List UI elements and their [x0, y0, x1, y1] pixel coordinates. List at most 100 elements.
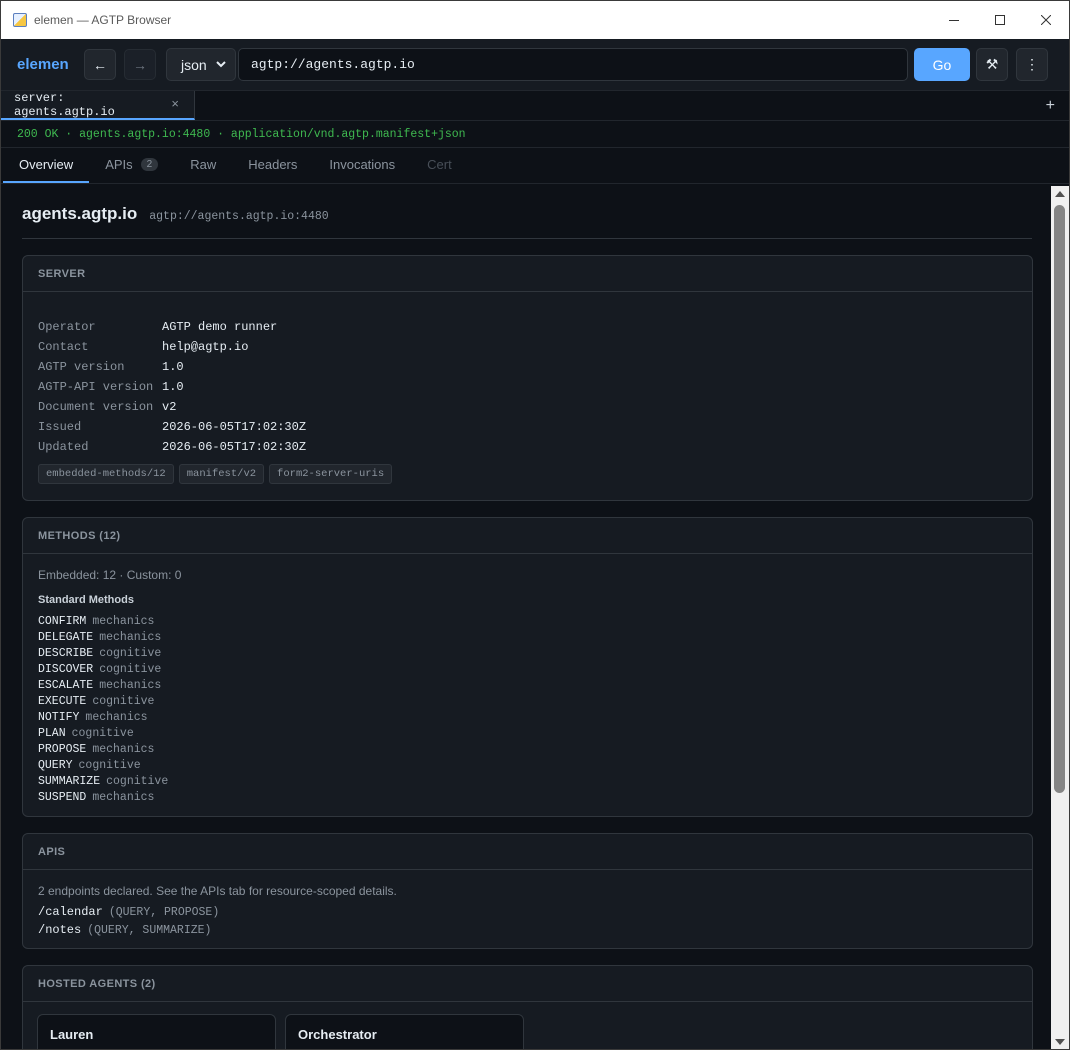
- method-category: mechanics: [99, 630, 162, 644]
- capability-tag: embedded-methods/12: [38, 464, 174, 484]
- tools-button[interactable]: ⚒: [976, 48, 1008, 81]
- method-row: DESCRIBE cognitive: [38, 645, 168, 661]
- method-row: PROPOSE mechanics: [38, 741, 168, 757]
- detail-row: Updated 2026-06-05T17:02:30Z: [38, 437, 306, 457]
- minimize-icon: [949, 20, 959, 21]
- view-tabs: Overview APIs 2 Raw Headers Invocations …: [1, 148, 1069, 184]
- window-title: elemen — AGTP Browser: [34, 13, 172, 27]
- tab-invocations-label: Invocations: [329, 157, 396, 172]
- format-select[interactable]: json: [166, 48, 236, 81]
- api-path[interactable]: /calendar: [38, 905, 103, 919]
- arrow-left-icon: ←: [93, 56, 107, 73]
- method-category: mechanics: [85, 710, 148, 724]
- tab-close-icon[interactable]: ×: [171, 97, 179, 112]
- tab-strip: server: agents.agtp.io × +: [1, 91, 1069, 121]
- method-row: EXECUTE cognitive: [38, 693, 168, 709]
- scroll-down-icon[interactable]: [1055, 1039, 1065, 1045]
- agents-heading: HOSTED AGENTS (2): [23, 966, 1032, 1002]
- api-path[interactable]: /notes: [38, 923, 81, 937]
- host-uri: agtp://agents.agtp.io:4480: [149, 210, 329, 223]
- method-name: CONFIRM: [38, 614, 87, 628]
- close-button[interactable]: [1023, 1, 1069, 39]
- capability-tag: manifest/v2: [178, 464, 265, 484]
- apis-card: APIS 2 endpoints declared. See the APIs …: [22, 833, 1033, 949]
- detail-value: 1.0: [162, 360, 184, 374]
- detail-value: v2: [162, 400, 177, 414]
- agent-name: Lauren: [50, 1027, 94, 1042]
- back-button[interactable]: ←: [84, 49, 116, 80]
- scroll-up-icon[interactable]: [1055, 191, 1065, 197]
- tab-headers[interactable]: Headers: [232, 148, 313, 183]
- go-button[interactable]: Go: [914, 48, 970, 81]
- detail-value: help@agtp.io: [162, 340, 249, 354]
- method-row: NOTIFY mechanics: [38, 709, 168, 725]
- tab-overview[interactable]: Overview: [3, 148, 90, 183]
- method-name: DESCRIBE: [38, 646, 94, 660]
- menu-button[interactable]: ⋮: [1016, 48, 1048, 81]
- method-category: cognitive: [71, 726, 134, 740]
- method-category: cognitive: [92, 694, 155, 708]
- tab-overview-label: Overview: [19, 157, 74, 172]
- method-name: NOTIFY: [38, 710, 80, 724]
- method-row: CONFIRM mechanics: [38, 613, 168, 629]
- arrow-right-icon: →: [133, 56, 147, 73]
- method-name: PROPOSE: [38, 742, 87, 756]
- status-line: 200 OK · agents.agtp.io:4480 · applicati…: [1, 121, 1069, 148]
- detail-key: Issued: [38, 420, 82, 434]
- new-tab-icon[interactable]: +: [1046, 97, 1055, 115]
- page-title: agents.agtp.io: [22, 204, 138, 223]
- method-name: QUERY: [38, 758, 73, 772]
- apis-list: /calendar (QUERY, PROPOSE) /notes (QUERY, S…: [38, 903, 219, 939]
- api-row: /notes (QUERY, SUMMARIZE): [38, 921, 219, 939]
- method-row: QUERY cognitive: [38, 757, 168, 773]
- title-bar: elemen — AGTP Browser: [1, 1, 1069, 39]
- api-methods: (QUERY, PROPOSE): [108, 905, 220, 919]
- agent-card-orchestrator[interactable]: Orchestrator: [285, 1014, 524, 1049]
- tab-invocations[interactable]: Invocations: [313, 148, 411, 183]
- method-category: cognitive: [106, 774, 169, 788]
- apis-summary: 2 endpoints declared. See the APIs tab f…: [38, 884, 397, 898]
- tab-server[interactable]: server: agents.agtp.io ×: [1, 91, 195, 120]
- methods-summary: Embedded: 12 · Custom: 0: [38, 568, 182, 582]
- method-category: mechanics: [92, 790, 155, 804]
- chevron-down-icon: [216, 61, 226, 68]
- window-controls: [931, 1, 1069, 39]
- methods-heading: METHODS (12): [23, 518, 1032, 554]
- minimize-button[interactable]: [931, 1, 977, 39]
- forward-button[interactable]: →: [124, 49, 156, 80]
- method-name: SUSPEND: [38, 790, 87, 804]
- method-name: DELEGATE: [38, 630, 94, 644]
- detail-row: Issued 2026-06-05T17:02:30Z: [38, 417, 306, 437]
- method-row: SUSPEND mechanics: [38, 789, 168, 805]
- maximize-button[interactable]: [977, 1, 1023, 39]
- vertical-scrollbar[interactable]: [1051, 186, 1069, 1049]
- scrollbar-thumb[interactable]: [1054, 205, 1065, 793]
- detail-value: AGTP demo runner: [162, 320, 278, 334]
- tab-cert[interactable]: Cert: [411, 148, 468, 183]
- agents-card: HOSTED AGENTS (2) Lauren Orchestrator: [22, 965, 1033, 1049]
- method-row: ESCALATE mechanics: [38, 677, 168, 693]
- agent-card-lauren[interactable]: Lauren: [37, 1014, 276, 1049]
- capability-tag: form2-server-uris: [269, 464, 393, 484]
- toolbar: elemen ← → json agtp://agents.agtp.io Go…: [1, 39, 1069, 91]
- tab-apis[interactable]: APIs 2: [89, 148, 174, 183]
- methods-list: CONFIRM mechanics DELEGATE mechanics DESCRIB…: [38, 613, 168, 805]
- method-category: mechanics: [92, 742, 155, 756]
- server-details: Operator AGTP demo runner Contact help@agtp…: [38, 317, 306, 457]
- maximize-icon: [995, 15, 1005, 25]
- detail-key: Contact: [38, 340, 89, 354]
- methods-subheading: Standard Methods: [38, 594, 134, 606]
- tab-raw[interactable]: Raw: [174, 148, 232, 183]
- method-category: cognitive: [99, 662, 162, 676]
- method-name: SUMMARIZE: [38, 774, 101, 788]
- overview-panel: agents.agtp.io agtp://agents.agtp.io:448…: [2, 186, 1050, 1049]
- tab-raw-label: Raw: [190, 157, 217, 172]
- brand-logo[interactable]: elemen: [17, 56, 84, 73]
- detail-value: 2026-06-05T17:02:30Z: [162, 440, 307, 454]
- address-input[interactable]: agtp://agents.agtp.io: [238, 48, 908, 81]
- tab-apis-label: APIs: [105, 157, 133, 172]
- detail-row: Document version v2: [38, 397, 306, 417]
- detail-row: AGTP-API version 1.0: [38, 377, 306, 397]
- detail-key: Operator: [38, 320, 96, 334]
- detail-row: AGTP version 1.0: [38, 357, 306, 377]
